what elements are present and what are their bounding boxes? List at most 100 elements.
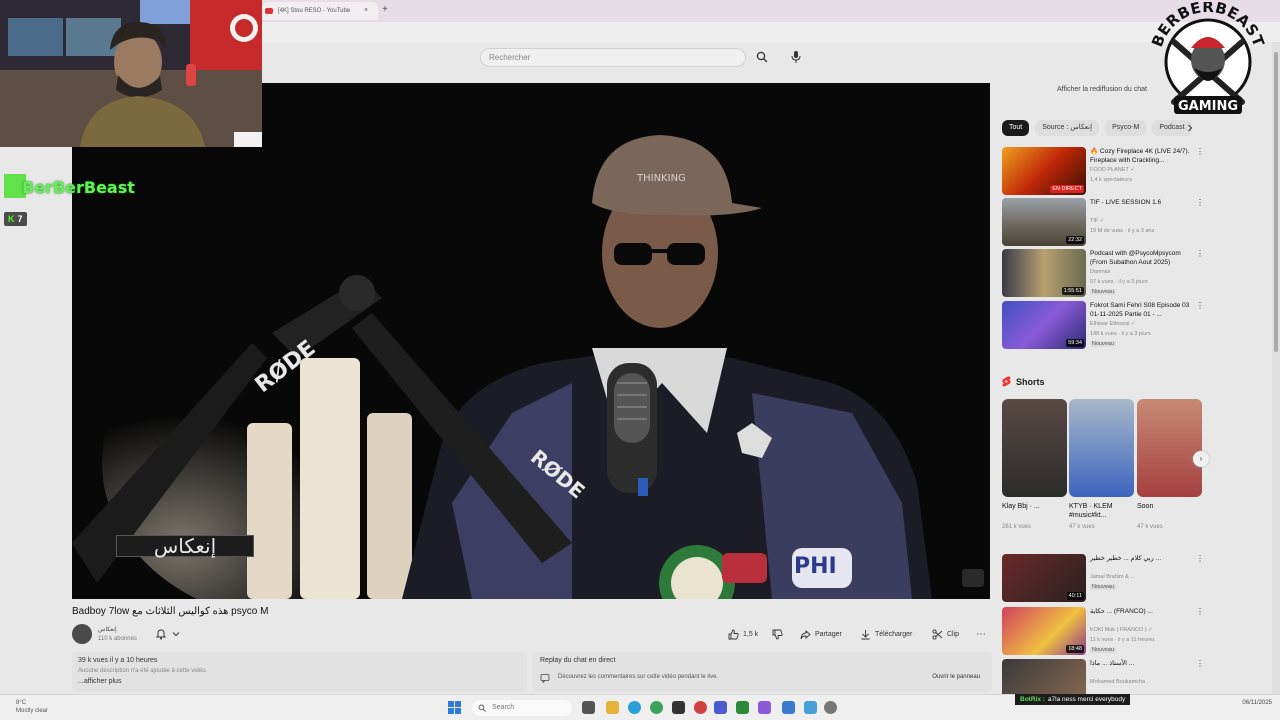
chrome-browser-icon[interactable] xyxy=(650,701,663,714)
app-icon[interactable] xyxy=(782,701,795,714)
windows-start-icon[interactable] xyxy=(448,701,461,714)
video-title[interactable]: حكاية ... (FRANCO) ... xyxy=(1090,607,1192,616)
tab-title: [4K] Stou RESO - YouTube xyxy=(278,8,351,14)
download-icon xyxy=(861,629,870,639)
video-thumbnail[interactable]: 40:11 xyxy=(1002,554,1086,602)
list-item[interactable]: 18:48 حكاية ... (FRANCO) ... KOKI Mok ( … xyxy=(1002,607,1204,655)
list-item[interactable]: الأستاذ ... ماذا ... Mohamed Boukamcha ⋮ xyxy=(1002,659,1202,694)
channel-name[interactable]: FOOD PLANET ✓ xyxy=(1090,167,1135,173)
chevron-right-icon[interactable] xyxy=(1186,124,1194,132)
video-meta: 57 k vues · il y a 3 jours xyxy=(1090,279,1148,285)
list-item[interactable]: 59:34 Fokrot Sami Fehri S08 Episode 03 0… xyxy=(1002,301,1204,349)
search-icon[interactable] xyxy=(756,51,768,63)
video-title[interactable]: ربي كلام ... خطير خطير ... xyxy=(1090,554,1192,563)
more-vertical-icon[interactable]: ⋮ xyxy=(1196,302,1204,310)
video-thumbnail[interactable]: 59:34 xyxy=(1002,301,1086,349)
channel-name[interactable]: إنعكاس xyxy=(98,626,117,633)
bell-icon[interactable] xyxy=(155,628,167,640)
tab-close-icon[interactable]: × xyxy=(364,7,368,14)
channel-avatar[interactable] xyxy=(72,624,92,644)
show-more-link[interactable]: ...afficher plus xyxy=(78,678,121,685)
video-duration: 40:11 xyxy=(1066,592,1084,600)
list-item[interactable]: 40:11 ربي كلام ... خطير خطير ... Jamal B… xyxy=(1002,554,1204,602)
more-vertical-icon[interactable]: ⋮ xyxy=(1196,660,1202,668)
short-views: 47 k vues xyxy=(1137,524,1163,530)
video-title[interactable]: الأستاذ ... ماذا ... xyxy=(1090,659,1192,668)
streamer-name: BerBerBeast xyxy=(22,178,135,197)
scrollbar-thumb[interactable] xyxy=(1274,52,1278,352)
more-actions-button[interactable]: ⋯ xyxy=(976,626,986,642)
short-title[interactable]: Klay Bbj · ... xyxy=(1002,502,1058,511)
video-thumbnail[interactable]: EN DIRECT xyxy=(1002,147,1086,195)
short-thumbnail[interactable] xyxy=(1002,399,1067,497)
new-tab-button[interactable]: + xyxy=(382,4,388,15)
more-vertical-icon[interactable]: ⋮ xyxy=(1196,148,1204,156)
app-icon[interactable] xyxy=(694,701,707,714)
channel-name[interactable]: Mohamed Boukamcha xyxy=(1090,679,1145,685)
new-badge: Nouveau xyxy=(1090,584,1117,590)
video-meta: 11 k vues · il y a 11 heures xyxy=(1090,637,1155,643)
weather-widget[interactable]: 8°C Mostly clear xyxy=(16,699,48,715)
settings-icon[interactable] xyxy=(824,701,837,714)
short-title[interactable]: Soon xyxy=(1137,502,1193,511)
more-vertical-icon[interactable]: ⋮ xyxy=(1196,555,1204,563)
page-scrollbar[interactable] xyxy=(1272,42,1280,694)
app-icon[interactable] xyxy=(804,701,817,714)
video-thumbnail[interactable]: 18:48 xyxy=(1002,607,1086,655)
short-thumbnail[interactable] xyxy=(1137,399,1202,497)
description-box[interactable]: 39 k vues il y a 10 heures Aucune descri… xyxy=(72,652,527,692)
dislike-button[interactable] xyxy=(772,626,783,642)
more-vertical-icon[interactable]: ⋮ xyxy=(1196,608,1204,616)
video-meta: 1,4 k spectateurs xyxy=(1090,177,1132,183)
clip-button[interactable]: Clip xyxy=(932,626,959,642)
player-settings-button[interactable] xyxy=(962,569,984,587)
download-label: Télécharger xyxy=(875,630,913,638)
chip-all[interactable]: Tout xyxy=(1002,120,1030,136)
file-explorer-icon[interactable] xyxy=(606,701,619,714)
open-panel-button[interactable]: Ouvrir le panneau xyxy=(932,674,980,680)
channel-name[interactable]: Danmax xyxy=(1090,269,1110,275)
browser-tab[interactable]: [4K] Stou RESO - YouTube × xyxy=(262,2,378,20)
app-icon[interactable] xyxy=(736,701,749,714)
like-button[interactable]: 1,5 k xyxy=(728,626,758,642)
task-view-icon[interactable] xyxy=(582,701,595,714)
more-vertical-icon[interactable]: ⋮ xyxy=(1196,250,1204,258)
kick-icon: K xyxy=(8,214,15,224)
app-icon[interactable] xyxy=(672,701,685,714)
search-input[interactable]: Rechercher xyxy=(480,48,746,67)
chip-source[interactable]: Source : إنعكاس xyxy=(1035,120,1100,136)
video-player[interactable]: THINKING RØDE RØDE PHI إنعكاس xyxy=(72,83,990,599)
video-title[interactable]: Fokrot Sami Fehri S08 Episode 03 01-11-2… xyxy=(1090,301,1192,319)
video-thumbnail[interactable]: 22:32 xyxy=(1002,198,1086,246)
channel-name[interactable]: Jamal Brahim & ... xyxy=(1090,574,1135,580)
download-button[interactable]: Télécharger xyxy=(860,626,912,642)
video-title[interactable]: 🔥 Cozy Fireplace 4K (LIVE 24/7). Firepla… xyxy=(1090,147,1192,165)
video-title[interactable]: TIF - LIVE SESSION 1.6 xyxy=(1090,198,1192,207)
list-item[interactable]: 22:32 TIF - LIVE SESSION 1.6 TIF ✓ 10 M … xyxy=(1002,198,1204,246)
svg-text:THINKING: THINKING xyxy=(636,173,686,184)
channel-name[interactable]: TIF ✓ xyxy=(1090,218,1104,224)
shorts-next-button[interactable]: › xyxy=(1193,451,1209,467)
list-item[interactable]: 1:55:51 Podcast with @PsycoMpsycom (From… xyxy=(1002,249,1204,297)
more-vertical-icon[interactable]: ⋮ xyxy=(1196,199,1204,207)
app-icon[interactable] xyxy=(758,701,771,714)
short-thumbnail[interactable] xyxy=(1069,399,1134,497)
edge-browser-icon[interactable] xyxy=(628,701,641,714)
channel-subscribers: 110 k abonnés xyxy=(98,636,137,642)
chevron-down-icon[interactable] xyxy=(172,630,180,638)
app-icon[interactable] xyxy=(714,701,727,714)
channel-name[interactable]: Elhiwar Ettounsi ✓ xyxy=(1090,321,1136,327)
taskbar-search[interactable]: Search xyxy=(472,700,572,716)
chip-psyco-m[interactable]: Psyco-M xyxy=(1105,120,1147,136)
mic-icon[interactable] xyxy=(790,50,802,64)
channel-name[interactable]: KOKI Mok ( FRANCO ) ✓ xyxy=(1090,627,1153,633)
video-thumbnail[interactable] xyxy=(1002,659,1086,694)
video-thumbnail[interactable]: 1:55:51 xyxy=(1002,249,1086,297)
taskbar-clock[interactable]: 06/11/2025 xyxy=(1242,699,1272,707)
list-item[interactable]: EN DIRECT 🔥 Cozy Fireplace 4K (LIVE 24/7… xyxy=(1002,147,1204,195)
shorts-label: Shorts xyxy=(1016,376,1045,387)
video-title[interactable]: Podcast with @PsycoMpsycom (From Subatho… xyxy=(1090,249,1192,267)
short-title[interactable]: KTYB · KLEM #music#kt... xyxy=(1069,502,1125,520)
share-button[interactable]: Partager xyxy=(800,626,842,642)
new-badge: Nouveau xyxy=(1090,647,1117,653)
